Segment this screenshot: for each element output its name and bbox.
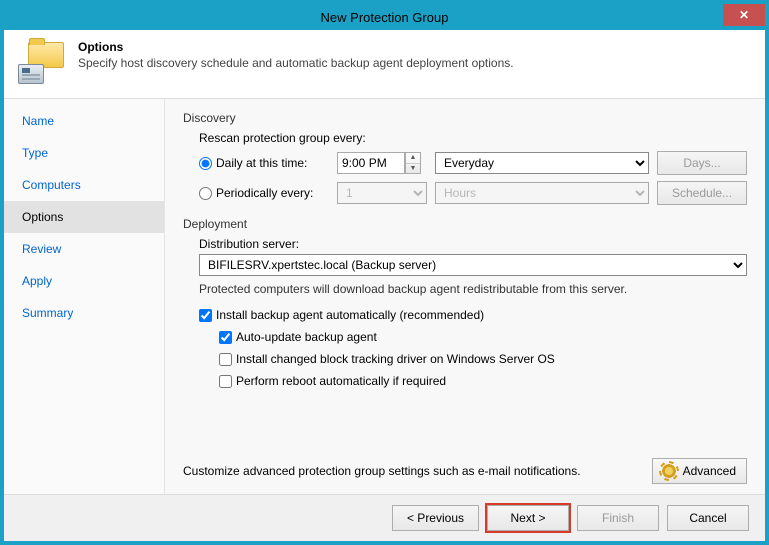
install-label: Install backup agent automatically (reco… (216, 308, 484, 322)
header-desc: Specify host discovery schedule and auto… (78, 56, 514, 70)
nav-options[interactable]: Options (4, 201, 164, 233)
spin-down-icon: ▼ (406, 164, 420, 174)
dist-server-select[interactable]: BIFILESRV.xpertstec.local (Backup server… (199, 254, 747, 276)
period-unit-select[interactable]: Hours (435, 182, 649, 204)
header-text: Options Specify host discovery schedule … (78, 40, 514, 84)
main-panel: Discovery Rescan protection group every:… (165, 99, 765, 494)
body: Name Type Computers Options Review Apply… (4, 99, 765, 494)
window-title: New Protection Group (4, 10, 765, 25)
discovery-title: Discovery (183, 111, 747, 125)
nav-name[interactable]: Name (4, 105, 164, 137)
day-select[interactable]: Everyday (435, 152, 649, 174)
advanced-note: Customize advanced protection group sett… (183, 464, 642, 478)
dist-label: Distribution server: (183, 237, 747, 251)
nav-type[interactable]: Type (4, 137, 164, 169)
options-icon (18, 40, 66, 84)
reboot-checkbox[interactable] (219, 375, 232, 388)
period-value-select[interactable]: 1 (337, 182, 427, 204)
finish-button[interactable]: Finish (577, 505, 659, 531)
time-input[interactable] (337, 152, 405, 174)
discovery-grid: Daily at this time: ▲▼ Everyday Days... … (199, 151, 747, 205)
close-icon: ✕ (739, 8, 749, 22)
advanced-button[interactable]: Advanced (652, 458, 747, 484)
previous-button[interactable]: < Previous (392, 505, 479, 531)
deployment-title: Deployment (183, 217, 747, 231)
install-row: Install backup agent automatically (reco… (199, 308, 747, 322)
advanced-row: Customize advanced protection group sett… (183, 458, 747, 484)
cbt-checkbox[interactable] (219, 353, 232, 366)
install-checkbox[interactable] (199, 309, 212, 322)
cbt-row: Install changed block tracking driver on… (219, 352, 747, 366)
header: Options Specify host discovery schedule … (4, 30, 765, 99)
periodic-label: Periodically every: (216, 186, 313, 200)
schedule-button[interactable]: Schedule... (657, 181, 747, 205)
nav-review[interactable]: Review (4, 233, 164, 265)
cancel-button[interactable]: Cancel (667, 505, 749, 531)
titlebar: New Protection Group ✕ (4, 4, 765, 30)
spin-up-icon: ▲ (406, 153, 420, 164)
autoupdate-label: Auto-update backup agent (236, 330, 377, 344)
reboot-label: Perform reboot automatically if required (236, 374, 446, 388)
periodic-radio[interactable] (199, 187, 212, 200)
nav-summary[interactable]: Summary (4, 297, 164, 329)
nav-apply[interactable]: Apply (4, 265, 164, 297)
daily-radio[interactable] (199, 157, 212, 170)
autoupdate-row: Auto-update backup agent (219, 330, 747, 344)
sidebar: Name Type Computers Options Review Apply… (4, 99, 165, 494)
reboot-row: Perform reboot automatically if required (219, 374, 747, 388)
time-spinner[interactable]: ▲▼ (405, 152, 421, 174)
advanced-label: Advanced (683, 464, 736, 478)
daily-label: Daily at this time: (216, 156, 307, 170)
window: New Protection Group ✕ Options Specify h… (4, 4, 765, 541)
dist-note: Protected computers will download backup… (183, 282, 747, 296)
header-title: Options (78, 40, 514, 54)
rescan-label: Rescan protection group every: (183, 131, 747, 145)
nav-computers[interactable]: Computers (4, 169, 164, 201)
autoupdate-checkbox[interactable] (219, 331, 232, 344)
button-bar: < Previous Next > Finish Cancel (4, 494, 765, 541)
gear-icon (661, 463, 677, 479)
days-button[interactable]: Days... (657, 151, 747, 175)
next-button[interactable]: Next > (487, 505, 569, 531)
close-button[interactable]: ✕ (723, 4, 765, 26)
cbt-label: Install changed block tracking driver on… (236, 352, 555, 366)
